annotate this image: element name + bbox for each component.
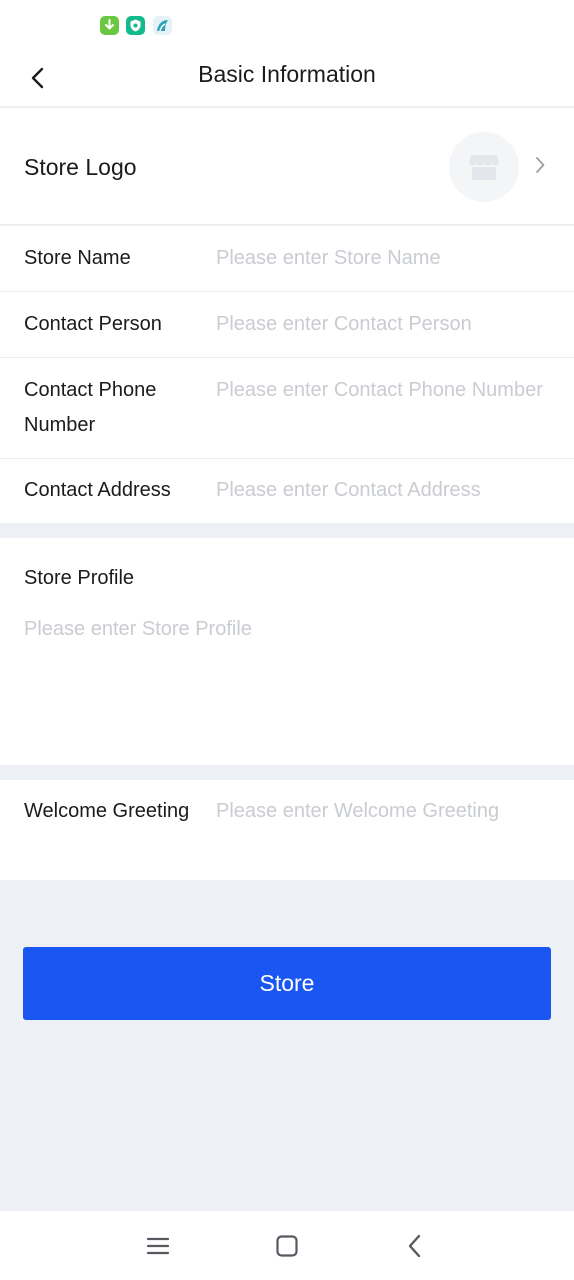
back-icon (408, 1234, 421, 1258)
contact-person-input[interactable] (216, 307, 550, 342)
contact-phone-input[interactable] (216, 373, 550, 408)
page-title: Basic Information (198, 61, 376, 87)
store-icon (469, 155, 499, 180)
home-icon (276, 1235, 298, 1257)
welcome-greeting-section: Welcome Greeting (0, 780, 574, 880)
system-back-button[interactable] (397, 1228, 433, 1264)
contact-phone-label: Contact Phone Number (24, 379, 157, 436)
contact-address-label: Contact Address (24, 479, 171, 501)
contact-address-input[interactable] (216, 473, 550, 508)
menu-button[interactable] (140, 1228, 176, 1264)
store-name-input[interactable] (216, 241, 550, 276)
store-logo-row[interactable]: Store Logo (0, 108, 574, 225)
contact-address-row: Contact Address (0, 459, 574, 523)
store-profile-textarea[interactable] (24, 612, 550, 742)
store-name-row: Store Name (0, 226, 574, 292)
chevron-right-icon (536, 157, 545, 173)
contact-person-row: Contact Person (0, 292, 574, 358)
store-logo-avatar[interactable] (449, 132, 519, 202)
welcome-greeting-input[interactable] (216, 794, 550, 829)
store-button[interactable]: Store (23, 947, 551, 1020)
home-button[interactable] (269, 1228, 305, 1264)
menu-icon (146, 1237, 170, 1255)
header: Basic Information (0, 50, 574, 107)
welcome-greeting-label: Welcome Greeting (24, 800, 190, 822)
store-profile-section: Store Profile (0, 538, 574, 765)
store-profile-label: Store Profile (24, 567, 135, 589)
contact-phone-row: Contact Phone Number (0, 358, 574, 459)
shield-app-icon (126, 16, 145, 35)
bird-app-icon (153, 16, 172, 35)
basic-fields-group: Store Name Contact Person Contact Phone … (0, 226, 574, 523)
status-bar (0, 0, 574, 50)
system-nav-bar (0, 1211, 574, 1280)
contact-person-label: Contact Person (24, 313, 162, 335)
store-name-label: Store Name (24, 247, 131, 269)
download-app-icon (100, 16, 119, 35)
store-logo-label: Store Logo (24, 154, 137, 180)
